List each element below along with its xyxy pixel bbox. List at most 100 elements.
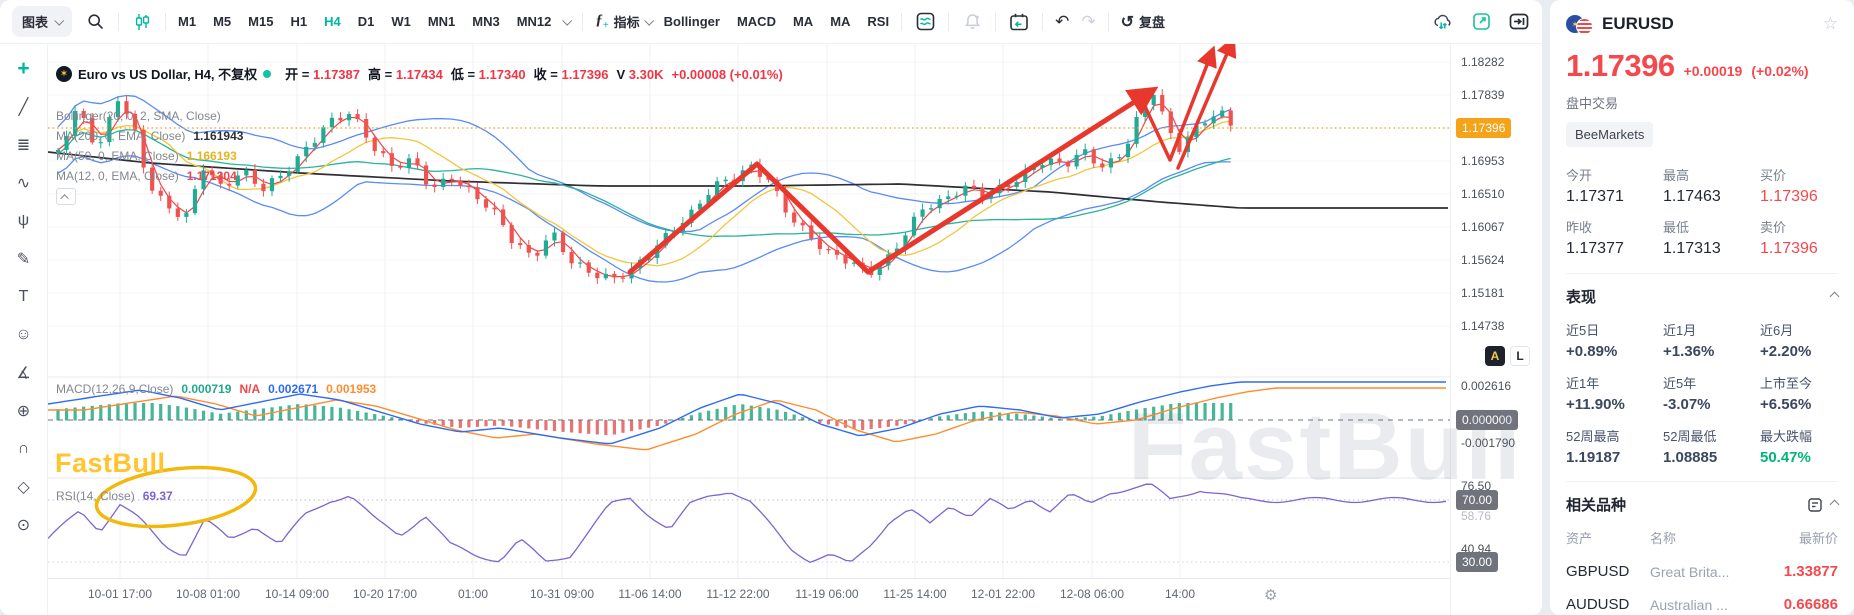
chevron-down-icon [644,16,654,26]
related-symbol-row[interactable]: GBPUSDGreat Brita...1.33877 [1566,563,1838,580]
candlestick-style-icon[interactable] [131,10,153,34]
measure-tool-icon[interactable]: ∡ [11,360,37,386]
timeframe-w1[interactable]: W1 [391,14,411,29]
indicator-shortcut-ma-3[interactable]: MA [830,14,850,29]
price-axis-label: 1.17839 [1461,88,1504,102]
replay-label: 复盘 [1139,12,1165,31]
symbol-icon: ✶ [56,66,72,82]
favorite-star-icon[interactable]: ☆ [1823,14,1838,34]
timeframe-mn3[interactable]: MN3 [472,14,499,29]
indicator-shortcut-rsi-4[interactable]: RSI [867,14,889,29]
timeframe-h1[interactable]: H1 [290,14,307,29]
divider [165,13,166,31]
redo-icon[interactable]: ↷ [1081,12,1095,32]
pitchfork-tool-icon[interactable]: ψ [11,208,37,234]
channel-tool-icon[interactable]: ≣ [11,132,37,158]
quote-stat: 昨收1.17377 [1566,217,1657,258]
time-axis-label: 10-01 17:00 [88,587,152,601]
timeframe-more-chevron-icon[interactable] [563,16,573,26]
indicator-shortcut-macd-1[interactable]: MACD [737,14,776,29]
auto-scale-button[interactable]: A [1485,346,1505,366]
related-column-header: 最新价 [1762,528,1838,547]
chevron-up-icon[interactable] [1830,292,1840,302]
related-symbol-row[interactable]: AUDUSDAustralian ...0.66686 [1566,596,1838,613]
text-tool-icon[interactable]: T [11,284,37,310]
performance-stat: 近6月+2.20% [1760,320,1838,360]
crosshair-tool-icon[interactable]: + [11,56,37,82]
macd-axis-label: 0.002616 [1461,379,1511,393]
timeframe-m15[interactable]: M15 [248,14,273,29]
price-axis[interactable]: 1.182821.178391.169531.165101.160671.156… [1450,44,1542,615]
timeframe-m5[interactable]: M5 [213,14,231,29]
price-axis-label: 1.18282 [1461,55,1504,69]
current-price-tag: 1.17396 [1456,118,1511,138]
chart-canvas[interactable] [48,44,1450,578]
time-axis[interactable]: 10-01 17:0010-08 01:0010-14 09:0010-20 1… [48,578,1450,610]
quote-stat: 今开1.17371 [1566,165,1657,206]
replay-icon: ↺ [1121,12,1134,32]
indicator-row[interactable]: Bollinger(20, 0, 2, SMA, Close) [56,109,221,123]
layout-templates-icon[interactable] [914,10,936,34]
brush-tool-icon[interactable]: ✎ [11,246,37,272]
quote-stat: 卖价1.17396 [1760,217,1838,258]
ohlc-value: 1.17396 [561,67,608,82]
sticker-tool-icon[interactable]: ☺ [11,322,37,348]
session-status: 盘中交易 [1566,93,1838,112]
search-icon[interactable] [84,10,106,34]
chart-type-menu[interactable]: 图表 [12,6,72,37]
indicator-shortcut-ma-2[interactable]: MA [793,14,813,29]
timeframe-d1[interactable]: D1 [358,14,375,29]
indicator-row[interactable]: MA(12, 0, EMA, Close)1.171304 [56,169,237,183]
related-table-body: GBPUSDGreat Brita...1.33877 AUDUSDAustral… [1566,563,1838,615]
macd-axis-label: -0.001790 [1461,436,1515,450]
toolbar-right-group [1432,10,1530,34]
quote-stat: 最高1.17463 [1663,165,1754,206]
ohlc-label: V [616,67,628,82]
quote-stat: 最低1.17313 [1663,217,1754,258]
price-axis-label: 1.16510 [1461,187,1504,201]
related-list-icon[interactable] [1807,497,1823,513]
fx-icon: ƒ+ [595,12,608,31]
calendar-replay-icon[interactable] [1008,10,1030,34]
replay-button[interactable]: ↺ 复盘 [1121,12,1165,32]
indicator-menu-label: 指标 [614,12,640,31]
timeframe-mn1[interactable]: MN1 [428,14,455,29]
legend-collapse-button[interactable] [56,188,76,205]
line-style-button[interactable]: L [1510,346,1530,366]
timeframe-mn12[interactable]: MN12 [517,14,552,29]
timeframe-h4[interactable]: H4 [324,14,341,29]
indicator-row[interactable]: MA(200, 0, EMA, Close)1.161943 [56,129,243,143]
performance-stat: 近1年+11.90% [1566,373,1657,413]
divider [995,13,996,31]
ohlc-value: 3.30K [629,67,664,82]
indicator-shortcut-bollinger-0[interactable]: Bollinger [664,14,720,29]
share-icon[interactable] [1470,10,1492,34]
broker-chip[interactable]: BeeMarkets [1566,122,1653,147]
undo-icon[interactable]: ↶ [1055,12,1069,32]
drawing-toolbar: + ╱ ≣ ∿ ψ ✎ T ☺ ∡ ⊕ ∩ ◇ ⊙ [0,44,48,615]
performance-section: 表现 近5日+0.89%近1月+1.36%近6月+2.20%近1年+11.90%… [1566,273,1838,466]
collapse-panel-icon[interactable] [1508,10,1530,34]
trendline-tool-icon[interactable]: ╱ [11,94,37,120]
wave-tool-icon[interactable]: ∿ [11,170,37,196]
macd-axis-label: 0.000000 [1456,410,1518,430]
chevron-down-icon [54,16,64,26]
cloud-sync-icon[interactable] [1432,10,1454,34]
timeframe-row: M1 M5 M15 H1 H4 D1 W1 MN1 MN3 MN12 [178,14,551,29]
macd-legend: MACD(12,26,9,Close)0.000719N/A0.0026710.… [56,382,376,396]
price-row: 1.17396 +0.00019 (+0.02%) [1566,48,1838,84]
chevron-up-icon[interactable] [1830,500,1840,510]
indicator-row[interactable]: MA(50, 0, EMA, Close)1.166193 [56,149,237,163]
timeframe-m1[interactable]: M1 [178,14,196,29]
indicator-menu[interactable]: ƒ+ 指标 [595,12,651,31]
time-axis-label: 10-31 09:00 [530,587,594,601]
object-tool-icon[interactable]: ◇ [11,474,37,500]
alert-bell-icon[interactable] [961,10,983,34]
magnet-tool-icon[interactable]: ∩ [11,436,37,462]
ohlc-label: 收 = [534,67,562,82]
price-axis-label: 1.14738 [1461,319,1504,333]
market-open-dot-icon [263,70,271,78]
pin-tool-icon[interactable]: ⊙ [11,512,37,538]
zoom-in-tool-icon[interactable]: ⊕ [11,398,37,424]
ohlc-label: 低 = [451,67,479,82]
